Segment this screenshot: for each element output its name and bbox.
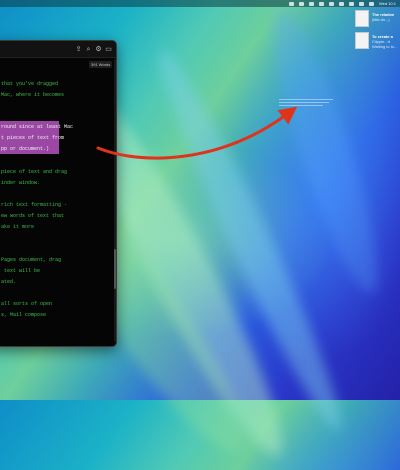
drag-arrow [96, 106, 298, 160]
